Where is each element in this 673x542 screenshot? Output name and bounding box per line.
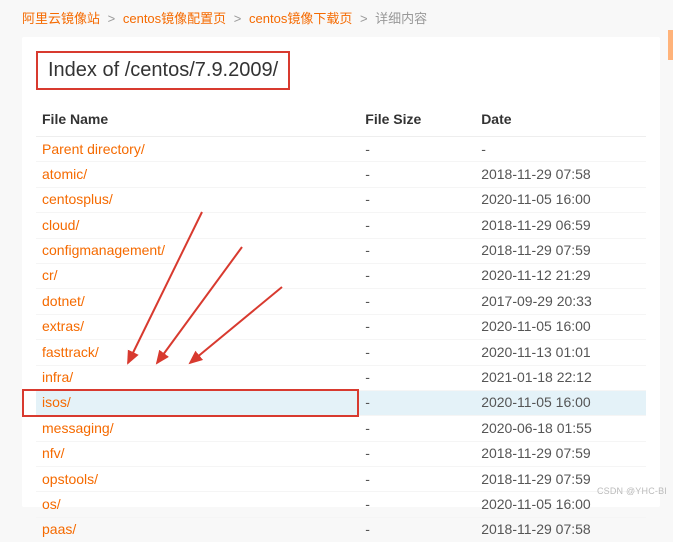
file-link[interactable]: atomic/: [42, 166, 87, 182]
file-link[interactable]: messaging/: [42, 420, 114, 436]
file-link[interactable]: configmanagement/: [42, 242, 165, 258]
file-size: -: [359, 467, 475, 492]
file-link[interactable]: dotnet/: [42, 293, 85, 309]
table-row: paas/ -2018-11-29 07:58: [36, 517, 646, 542]
breadcrumb-current: 详细内容: [375, 11, 427, 26]
table-row: opstools/-2018-11-29 07:59: [36, 467, 646, 492]
file-date: 2020-11-05 16:00: [475, 390, 646, 415]
column-header-name: File Name: [36, 102, 359, 137]
file-link[interactable]: opstools/: [42, 471, 98, 487]
file-link[interactable]: centosplus/: [42, 191, 113, 207]
file-size: -: [359, 137, 475, 162]
column-header-size: File Size: [359, 102, 475, 137]
breadcrumb: 阿里云镜像站 > centos镜像配置页 > centos镜像下载页 > 详细内…: [0, 0, 673, 35]
watermark: CSDN @YHC-BI: [597, 486, 667, 496]
file-size: -: [359, 441, 475, 466]
table-row: os/-2020-11-05 16:00: [36, 492, 646, 517]
column-header-date: Date: [475, 102, 646, 137]
file-date: -: [475, 137, 646, 162]
file-link[interactable]: extras/: [42, 318, 84, 334]
file-date: 2021-01-18 22:12: [475, 365, 646, 390]
file-size: -: [359, 289, 475, 314]
file-size: -: [359, 492, 475, 517]
file-size: -: [359, 390, 475, 415]
table-row: nfv/ -2018-11-29 07:59: [36, 441, 646, 466]
page-title: Index of /centos/7.9.2009/: [36, 51, 290, 90]
file-size: -: [359, 416, 475, 441]
table-row: dotnet/ -2017-09-29 20:33: [36, 289, 646, 314]
file-size: -: [359, 238, 475, 263]
file-date: 2018-11-29 07:58: [475, 162, 646, 187]
breadcrumb-link-0[interactable]: 阿里云镜像站: [22, 11, 100, 26]
file-link[interactable]: os/: [42, 496, 61, 512]
file-date: 2018-11-29 07:59: [475, 441, 646, 466]
table-row: cloud/ -2018-11-29 06:59: [36, 213, 646, 238]
file-link[interactable]: Parent directory/: [42, 141, 145, 157]
file-size: -: [359, 263, 475, 288]
file-date: 2020-11-12 21:29: [475, 263, 646, 288]
file-size: -: [359, 314, 475, 339]
file-listing-table: File Name File Size Date Parent director…: [36, 102, 646, 542]
file-date: 2020-11-05 16:00: [475, 187, 646, 212]
breadcrumb-sep: >: [360, 11, 368, 26]
file-link[interactable]: paas/: [42, 521, 76, 537]
file-link[interactable]: infra/: [42, 369, 73, 385]
file-size: -: [359, 517, 475, 542]
file-link[interactable]: nfv/: [42, 445, 65, 461]
file-link[interactable]: cr/: [42, 267, 58, 283]
breadcrumb-link-2[interactable]: centos镜像下载页: [249, 11, 352, 26]
file-date: 2017-09-29 20:33: [475, 289, 646, 314]
table-row: infra/ -2021-01-18 22:12: [36, 365, 646, 390]
file-link[interactable]: cloud/: [42, 217, 79, 233]
file-date: 2020-06-18 01:55: [475, 416, 646, 441]
side-accent: [668, 30, 673, 60]
table-row: isos/ -2020-11-05 16:00: [36, 390, 646, 415]
file-date: 2018-11-29 06:59: [475, 213, 646, 238]
file-date: 2020-11-13 01:01: [475, 340, 646, 365]
file-date: 2018-11-29 07:58: [475, 517, 646, 542]
file-date: 2020-11-05 16:00: [475, 314, 646, 339]
file-link[interactable]: isos/: [42, 394, 71, 410]
breadcrumb-sep: >: [234, 11, 242, 26]
breadcrumb-sep: >: [108, 11, 116, 26]
file-link[interactable]: fasttrack/: [42, 344, 99, 360]
breadcrumb-link-1[interactable]: centos镜像配置页: [123, 11, 226, 26]
table-row: atomic/ -2018-11-29 07:58: [36, 162, 646, 187]
content-card: Index of /centos/7.9.2009/ File Name Fil…: [22, 37, 660, 507]
table-row: fasttrack/ -2020-11-13 01:01: [36, 340, 646, 365]
table-row: centosplus/ -2020-11-05 16:00: [36, 187, 646, 212]
file-date: 2018-11-29 07:59: [475, 238, 646, 263]
file-size: -: [359, 162, 475, 187]
table-row: cr/ -2020-11-12 21:29: [36, 263, 646, 288]
file-size: -: [359, 213, 475, 238]
table-row: extras/ -2020-11-05 16:00: [36, 314, 646, 339]
file-size: -: [359, 365, 475, 390]
table-row: Parent directory/ --: [36, 137, 646, 162]
file-size: -: [359, 187, 475, 212]
file-size: -: [359, 340, 475, 365]
table-row: configmanagement/ -2018-11-29 07:59: [36, 238, 646, 263]
table-row: messaging/ -2020-06-18 01:55: [36, 416, 646, 441]
